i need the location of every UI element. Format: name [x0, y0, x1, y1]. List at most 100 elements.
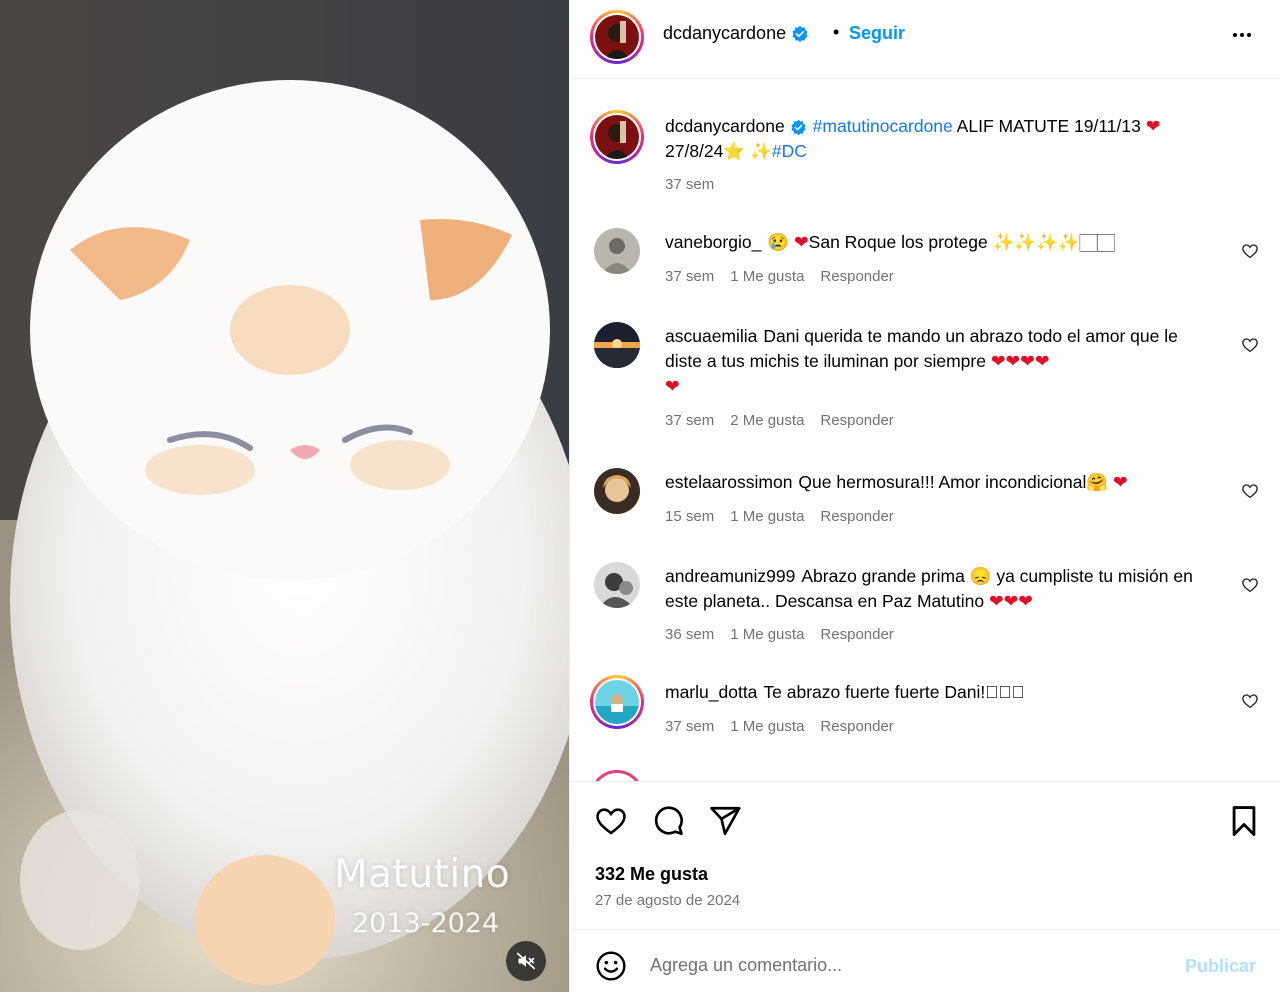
comment-username[interactable]: marlu_dotta	[665, 682, 757, 702]
comment-username[interactable]: vaneborgio_	[665, 232, 761, 252]
paper-plane-icon[interactable]	[708, 804, 742, 838]
cat-photo	[0, 0, 569, 992]
follow-button[interactable]: Seguir	[849, 23, 905, 44]
commenter-avatar[interactable]	[594, 468, 640, 514]
verified-badge-icon	[792, 26, 808, 43]
comment-input[interactable]	[650, 948, 1170, 982]
commenter-photo	[594, 468, 640, 514]
comment-username[interactable]: estelaarossimon	[665, 472, 792, 492]
comment-text: andreamuniz999 Abrazo grande prima 😞 ya c…	[665, 564, 1210, 614]
more-horizontal-icon	[1233, 33, 1237, 37]
comment-text: marlu_dotta Te abrazo fuerte fuerte Dani!…	[665, 680, 1225, 705]
caption-text-1: ALIF MATUTE 19/11/13	[952, 116, 1146, 136]
comment-like-heart-icon[interactable]	[1241, 692, 1259, 710]
comment-time[interactable]: 37 sem	[665, 412, 714, 429]
sad-emoji-icon: 😢	[767, 232, 790, 252]
caption-hashtag-dc[interactable]: #DC	[772, 141, 807, 161]
reply-button[interactable]: Responder	[820, 626, 893, 643]
commenter-avatar[interactable]	[590, 675, 644, 729]
sad-face-emoji-icon: 😞	[969, 566, 992, 586]
caption-username[interactable]: dcdanycardone	[665, 116, 807, 136]
author-username[interactable]: dcdanycardone	[663, 23, 809, 44]
heart-emoji-icon: ❤	[1145, 116, 1161, 136]
more-dot	[1240, 33, 1244, 37]
comment-bubble-icon[interactable]	[651, 804, 685, 838]
caption-hashtag[interactable]: #matutinocardone	[813, 116, 953, 136]
comment-likes[interactable]: 1 Me gusta	[730, 626, 804, 643]
overlay-title: Matutino	[334, 852, 511, 897]
author-photo	[595, 115, 639, 159]
comment-meta: 37 sem 2 Me gusta Responder	[665, 412, 910, 429]
comment-likes[interactable]: 1 Me gusta	[730, 268, 804, 285]
heart-emoji-icon: ❤	[665, 376, 680, 396]
overlay-years: 2013-2024	[352, 908, 500, 939]
comment-likes[interactable]: 1 Me gusta	[730, 718, 804, 735]
heart-emoji-icon: ❤	[794, 232, 809, 252]
comment-like-heart-icon[interactable]	[1241, 242, 1259, 260]
comments-list[interactable]: dcdanycardone #matutinocardone ALIF MATUT…	[570, 80, 1280, 781]
more-dot	[1247, 33, 1251, 37]
reply-button[interactable]: Responder	[820, 718, 893, 735]
reply-button[interactable]: Responder	[820, 508, 893, 525]
author-avatar[interactable]	[590, 10, 644, 64]
likes-count[interactable]: 332 Me gusta	[595, 864, 708, 885]
caption-avatar[interactable]	[590, 110, 644, 164]
speaker-muted-icon	[516, 952, 536, 970]
comment-likes[interactable]: 1 Me gusta	[730, 508, 804, 525]
comment-like-heart-icon[interactable]	[1241, 482, 1259, 500]
author-username-text[interactable]: dcdanycardone	[663, 23, 786, 43]
commenter-photo	[594, 322, 640, 368]
comment-text: vaneborgio_ 😢 ❤San Roque los protege ✨✨✨✨…	[665, 230, 1225, 255]
hug-emoji-icon: 🤗	[1086, 472, 1109, 492]
commenter-photo	[594, 228, 640, 274]
caption-time[interactable]: 37 sem	[665, 176, 714, 193]
comment-meta: 37 sem 1 Me gusta Responder	[665, 718, 910, 735]
comment-content: Que hermosura!!! Amor incondicional	[798, 472, 1087, 492]
comment-meta: 15 sem 1 Me gusta Responder	[665, 508, 910, 525]
heart-emoji-icon: ❤❤❤❤	[990, 351, 1050, 371]
comment-content: Abrazo grande prima	[801, 566, 970, 586]
more-options-button[interactable]	[1227, 23, 1257, 47]
publish-button[interactable]: Publicar	[1185, 956, 1256, 977]
comment-like-heart-icon[interactable]	[1241, 336, 1259, 354]
comment-time[interactable]: 36 sem	[665, 626, 714, 643]
heart-emoji-icon: ❤❤❤	[988, 591, 1033, 611]
commenter-avatar[interactable]	[594, 228, 640, 274]
smiley-icon[interactable]	[595, 950, 627, 982]
heart-emoji-icon: ❤	[1113, 472, 1128, 492]
commenter-photo	[595, 680, 639, 724]
caption-meta: 37 sem	[665, 176, 730, 193]
commenter-avatar[interactable]	[590, 770, 644, 781]
bookmark-icon[interactable]	[1227, 804, 1261, 838]
caption-username-text[interactable]: dcdanycardone	[665, 116, 785, 136]
comment-time[interactable]: 15 sem	[665, 508, 714, 525]
commenter-avatar[interactable]	[594, 562, 640, 608]
star-emoji-icon: ⭐	[723, 141, 746, 161]
heart-icon[interactable]	[594, 804, 628, 838]
comment-likes[interactable]: 2 Me gusta	[730, 412, 804, 429]
comment-text: ascuaemilia Dani querida te mando un abra…	[665, 324, 1210, 399]
comment-username[interactable]: ascuaemilia	[665, 326, 757, 346]
comment-time[interactable]: 37 sem	[665, 718, 714, 735]
post-date: 27 de agosto de 2024	[595, 892, 741, 909]
reply-button[interactable]: Responder	[820, 412, 893, 429]
comment-content: San Roque los protege ✨✨✨✨🏻🏻	[808, 232, 1115, 252]
caption-text: dcdanycardone #matutinocardone ALIF MATUT…	[665, 114, 1245, 164]
header-separator: •	[833, 22, 840, 42]
comment-meta: 37 sem 1 Me gusta Responder	[665, 268, 910, 285]
comment-username[interactable]: andreamuniz999	[665, 566, 795, 586]
commenter-avatar[interactable]	[594, 322, 640, 368]
comment-text: estelaarossimon Que hermosura!!! Amor inc…	[665, 470, 1225, 495]
comment-time[interactable]: 37 sem	[665, 268, 714, 285]
reply-button[interactable]: Responder	[820, 268, 893, 285]
post-media[interactable]: Matutino 2013-2024	[0, 0, 569, 992]
mute-button[interactable]	[506, 941, 546, 981]
post-panel: dcdanycardone • Seguir dcdanycardone #ma…	[569, 0, 1280, 992]
caption-text-2: 27/8/24	[665, 141, 724, 161]
post-header: dcdanycardone • Seguir	[570, 0, 1280, 79]
verified-badge-icon	[791, 119, 806, 136]
comment-like-heart-icon[interactable]	[1241, 576, 1259, 594]
post-actions: 332 Me gusta 27 de agosto de 2024	[570, 781, 1280, 929]
commenter-photo	[594, 562, 640, 608]
comment-content: Te abrazo fuerte fuerte Dani!🏻🏻🏻	[763, 682, 1025, 702]
